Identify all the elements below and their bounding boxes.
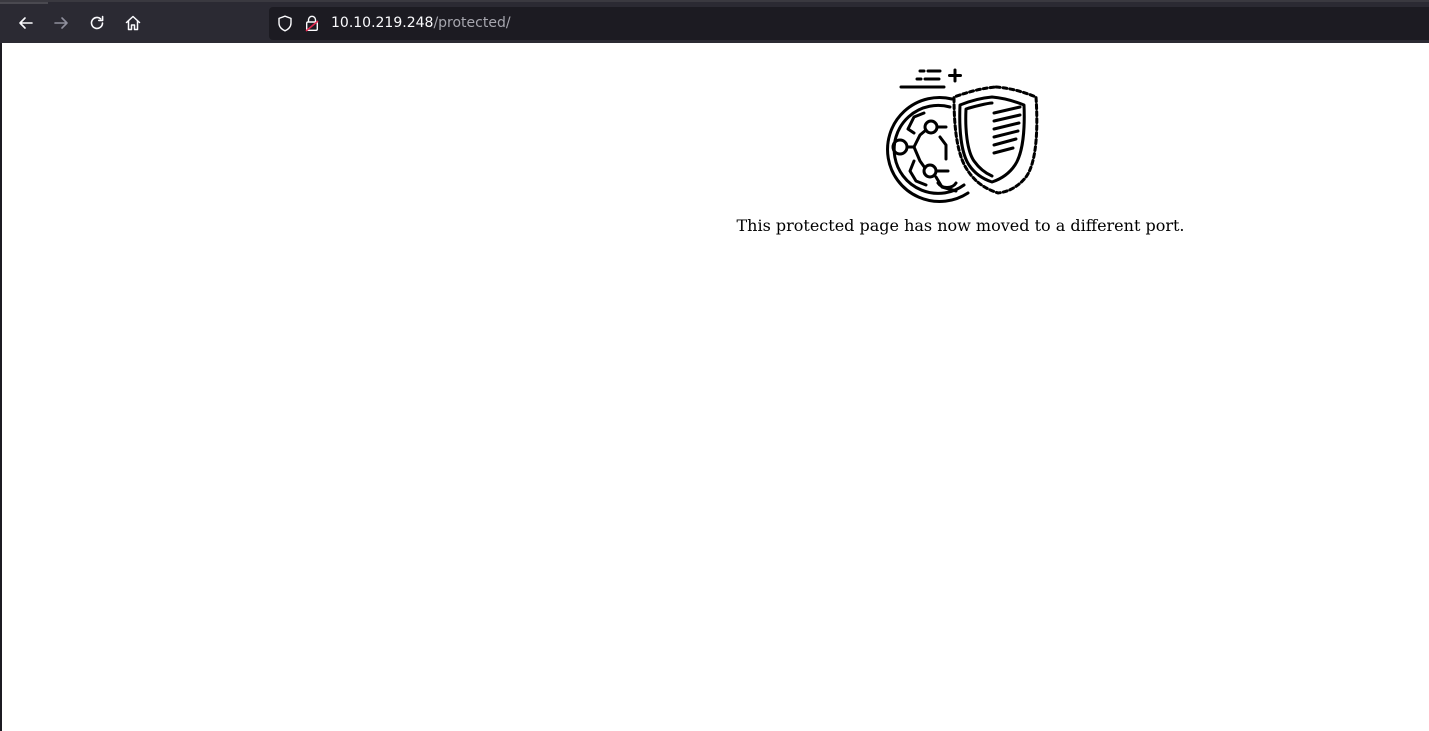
forward-button[interactable]: [45, 8, 77, 38]
arrow-left-icon: [19, 17, 33, 29]
url-host: 10.10.219.248: [331, 15, 434, 31]
arrow-right-icon: [54, 17, 68, 29]
reload-icon: [90, 15, 104, 30]
tab-strip-edge: [0, 2, 48, 4]
insecure-lock-icon[interactable]: [305, 15, 319, 32]
browser-window: 10.10.219.248/protected/ This protected …: [0, 0, 1429, 731]
url-bar[interactable]: 10.10.219.248/protected/: [269, 7, 1429, 40]
url-path: /protected/: [433, 15, 511, 31]
home-button[interactable]: [117, 8, 149, 38]
moved-message: This protected page has now moved to a d…: [736, 216, 1185, 235]
browser-toolbar: 10.10.219.248/protected/: [0, 0, 1429, 43]
reload-button[interactable]: [81, 8, 113, 38]
url-text[interactable]: 10.10.219.248/protected/: [331, 7, 511, 40]
security-shield-globe-icon: [886, 68, 1039, 203]
page-viewport: This protected page has now moved to a d…: [2, 43, 1429, 731]
tracking-protection-shield-icon[interactable]: [277, 15, 293, 32]
back-button[interactable]: [10, 8, 42, 38]
home-icon: [125, 15, 141, 31]
